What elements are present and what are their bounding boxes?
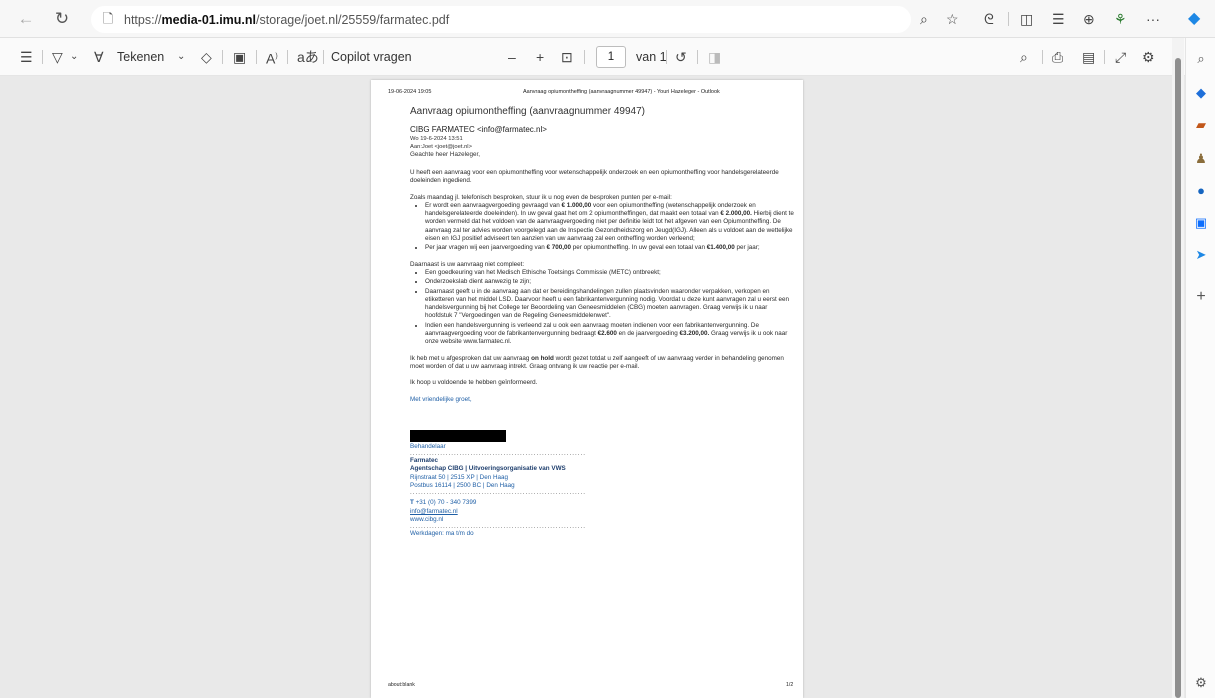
sidebar-microsoft365-icon[interactable]: ●: [1192, 182, 1210, 200]
pdf-toolbar: ☰ ▽ ⌄ ∀ Tekenen ⌄ ◇ ▣ A) aあ Copilot vrag…: [0, 38, 1215, 76]
paragraph: U heeft een aanvraag voor een opiumonthe…: [410, 169, 779, 185]
address-bar-row: ← ↻ 🗋 https://media-01.imu.nl/storage/jo…: [0, 0, 1215, 38]
divider: ........................................…: [410, 490, 586, 497]
more-menu-icon[interactable]: ···: [1146, 10, 1160, 28]
favorites-icon[interactable]: ☰: [1052, 10, 1065, 28]
email-date: Wo 19-6-2024 13:51: [410, 136, 463, 142]
browser-window: ← ↻ 🗋 https://media-01.imu.nl/storage/jo…: [0, 0, 1215, 698]
eraser-icon[interactable]: ◇: [201, 48, 212, 66]
sidebar-search-icon[interactable]: ⌕: [1192, 50, 1210, 68]
toolbar-separator: [1008, 12, 1009, 26]
back-arrow-icon[interactable]: ←: [16, 9, 36, 29]
search-icon[interactable]: ⌕: [1020, 48, 1028, 66]
scrollbar-thumb[interactable]: [1175, 58, 1181, 698]
redacted-name: [410, 429, 506, 442]
draw-label[interactable]: Tekenen: [117, 49, 164, 65]
toolbar-separator: [42, 50, 43, 64]
favorite-star-icon[interactable]: ☆: [946, 10, 959, 28]
sidebar-send-icon[interactable]: ➤: [1192, 246, 1210, 264]
toolbar-separator: [584, 50, 585, 64]
zoom-in-button[interactable]: +: [536, 48, 544, 66]
signature-phone: T +31 (0) 70 - 340 7399: [410, 499, 477, 507]
sidebar-games-icon[interactable]: ♟: [1192, 150, 1210, 168]
divider: ........................................…: [410, 451, 586, 458]
settings-gear-icon[interactable]: ⚙: [1142, 48, 1155, 66]
sidebar-tools-icon[interactable]: ▰: [1192, 116, 1210, 134]
signature-postbus: Postbus 16114 | 2500 BC | Den Haag: [410, 482, 515, 490]
signature-workdays: Werkdagen: ma t/m do: [410, 530, 474, 538]
edge-sidebar: ⌕ ◆ ▰ ♟ ● ▣ ➤ + ⚙: [1185, 38, 1215, 698]
refresh-icon[interactable]: ↻: [52, 9, 72, 29]
page-view-icon[interactable]: ◨: [708, 48, 721, 66]
email-to: Aan:Joet <joet@joet.nl>: [410, 144, 472, 150]
list-item: Onderzoekslab dient aanwezig te zijn;: [425, 278, 795, 286]
list-item: Een goedkeuring van het Medisch Ethische…: [425, 269, 795, 277]
toolbar-separator: [256, 50, 257, 64]
signature-email-link[interactable]: info@farmatec.nl: [410, 508, 795, 516]
url-text[interactable]: https://media-01.imu.nl/storage/joet.nl/…: [124, 13, 449, 27]
extensions-icon[interactable]: ⚘: [1114, 10, 1127, 28]
sidebar-add-icon[interactable]: +: [1192, 288, 1210, 306]
page-info-icon[interactable]: 🗋: [98, 9, 118, 29]
email-from: CIBG FARMATEC <info@farmatec.nl>: [410, 125, 547, 134]
toolbar-separator: [323, 50, 324, 64]
bullet-list: Een goedkeuring van het Medisch Ethische…: [425, 269, 795, 347]
zoom-out-button[interactable]: –: [508, 48, 516, 66]
toolbar-separator: [222, 50, 223, 64]
toolbar-separator: [287, 50, 288, 64]
toolbar-separator: [697, 50, 698, 64]
read-aloud-icon[interactable]: A): [266, 48, 278, 68]
sidebar-outlook-icon[interactable]: ▣: [1192, 214, 1210, 232]
paragraph: Zoals maandag jl. telefonisch besproken,…: [410, 193, 672, 201]
signature-role: Behandelaar: [410, 442, 446, 450]
print-footer-url: about:blank: [388, 682, 415, 688]
toolbar-separator: [1042, 50, 1043, 64]
list-item: Indien een handelsvergunning is verleend…: [425, 322, 795, 347]
chevron-down-icon[interactable]: ⌄: [70, 48, 78, 66]
pdf-page: 19-06-2024 19:05 Aanvraag opiumontheffin…: [371, 80, 803, 698]
page-number-input[interactable]: 1: [596, 46, 626, 68]
email-body: Aanvraag opiumontheffing (aanvraagnummer…: [410, 105, 795, 539]
toolbar-separator: [666, 50, 667, 64]
paragraph: Ik heb met u afgesproken dat uw aanvraag…: [410, 354, 784, 370]
page-total-label: van 1: [636, 50, 667, 64]
vertical-scrollbar[interactable]: [1172, 38, 1184, 698]
print-icon[interactable]: ⎙: [1052, 48, 1063, 66]
print-footer-page: 1/2: [786, 682, 794, 688]
signature-agency: Agentschap CIBG | Uitvoeringsorganisatie…: [410, 465, 566, 473]
copilot-icon[interactable]: ◆: [1188, 10, 1200, 28]
list-item: Per jaar vragen wij een jaarvergoeding v…: [425, 244, 795, 252]
paragraph: Ik hoop u voldoende te hebben geïnformee…: [410, 379, 538, 387]
text-box-icon[interactable]: ▣: [233, 48, 246, 66]
collections-icon[interactable]: ⊕: [1083, 10, 1095, 28]
contents-icon[interactable]: ☰: [20, 48, 33, 66]
draw-icon[interactable]: ∀: [94, 48, 104, 66]
rotate-icon[interactable]: ↺: [675, 48, 687, 66]
print-header-date: 19-06-2024 19:05: [388, 89, 432, 95]
email-subject: Aanvraag opiumontheffing (aanvraagnummer…: [410, 106, 645, 117]
signature-address: Rijnstraat 50 | 2515 XP | Den Haag: [410, 473, 509, 481]
fit-page-icon[interactable]: ⊡: [561, 48, 573, 66]
closing: Met vriendelijke groet,: [410, 395, 472, 403]
list-item: Er wordt een aanvraagvergoeding gevraagd…: [425, 202, 795, 243]
translate-icon[interactable]: aあ: [297, 48, 319, 66]
copilot-button[interactable]: Copilot vragen: [331, 49, 412, 65]
paragraph: Daarnaast is uw aanvraag niet compleet:: [410, 260, 525, 268]
toolbar-separator: [1104, 50, 1105, 64]
list-item: Daarnaast geeft u in de aanvraag aan dat…: [425, 288, 795, 321]
zoom-icon[interactable]: ⌕: [920, 10, 928, 28]
email-greeting: Geachte heer Hazeleger,: [410, 151, 481, 158]
browser-essentials-icon[interactable]: ᘓ: [984, 10, 994, 28]
sidebar-shopping-icon[interactable]: ◆: [1192, 84, 1210, 102]
split-screen-icon[interactable]: ◫: [1020, 10, 1033, 28]
save-icon[interactable]: ▤: [1082, 48, 1095, 66]
sidebar-settings-icon[interactable]: ⚙: [1192, 674, 1210, 692]
chevron-down-icon[interactable]: ⌄: [177, 48, 185, 66]
signature-org: Farmatec: [410, 457, 439, 465]
bullet-list: Er wordt een aanvraagvergoeding gevraagd…: [425, 202, 795, 253]
print-header-title: Aanvraag opiumontheffing (aanvraagnummer…: [523, 89, 720, 95]
fullscreen-icon[interactable]: ⤢: [1115, 48, 1126, 66]
signature-web-link[interactable]: www.cibg.nl: [410, 516, 795, 524]
highlight-icon[interactable]: ▽: [52, 48, 63, 66]
